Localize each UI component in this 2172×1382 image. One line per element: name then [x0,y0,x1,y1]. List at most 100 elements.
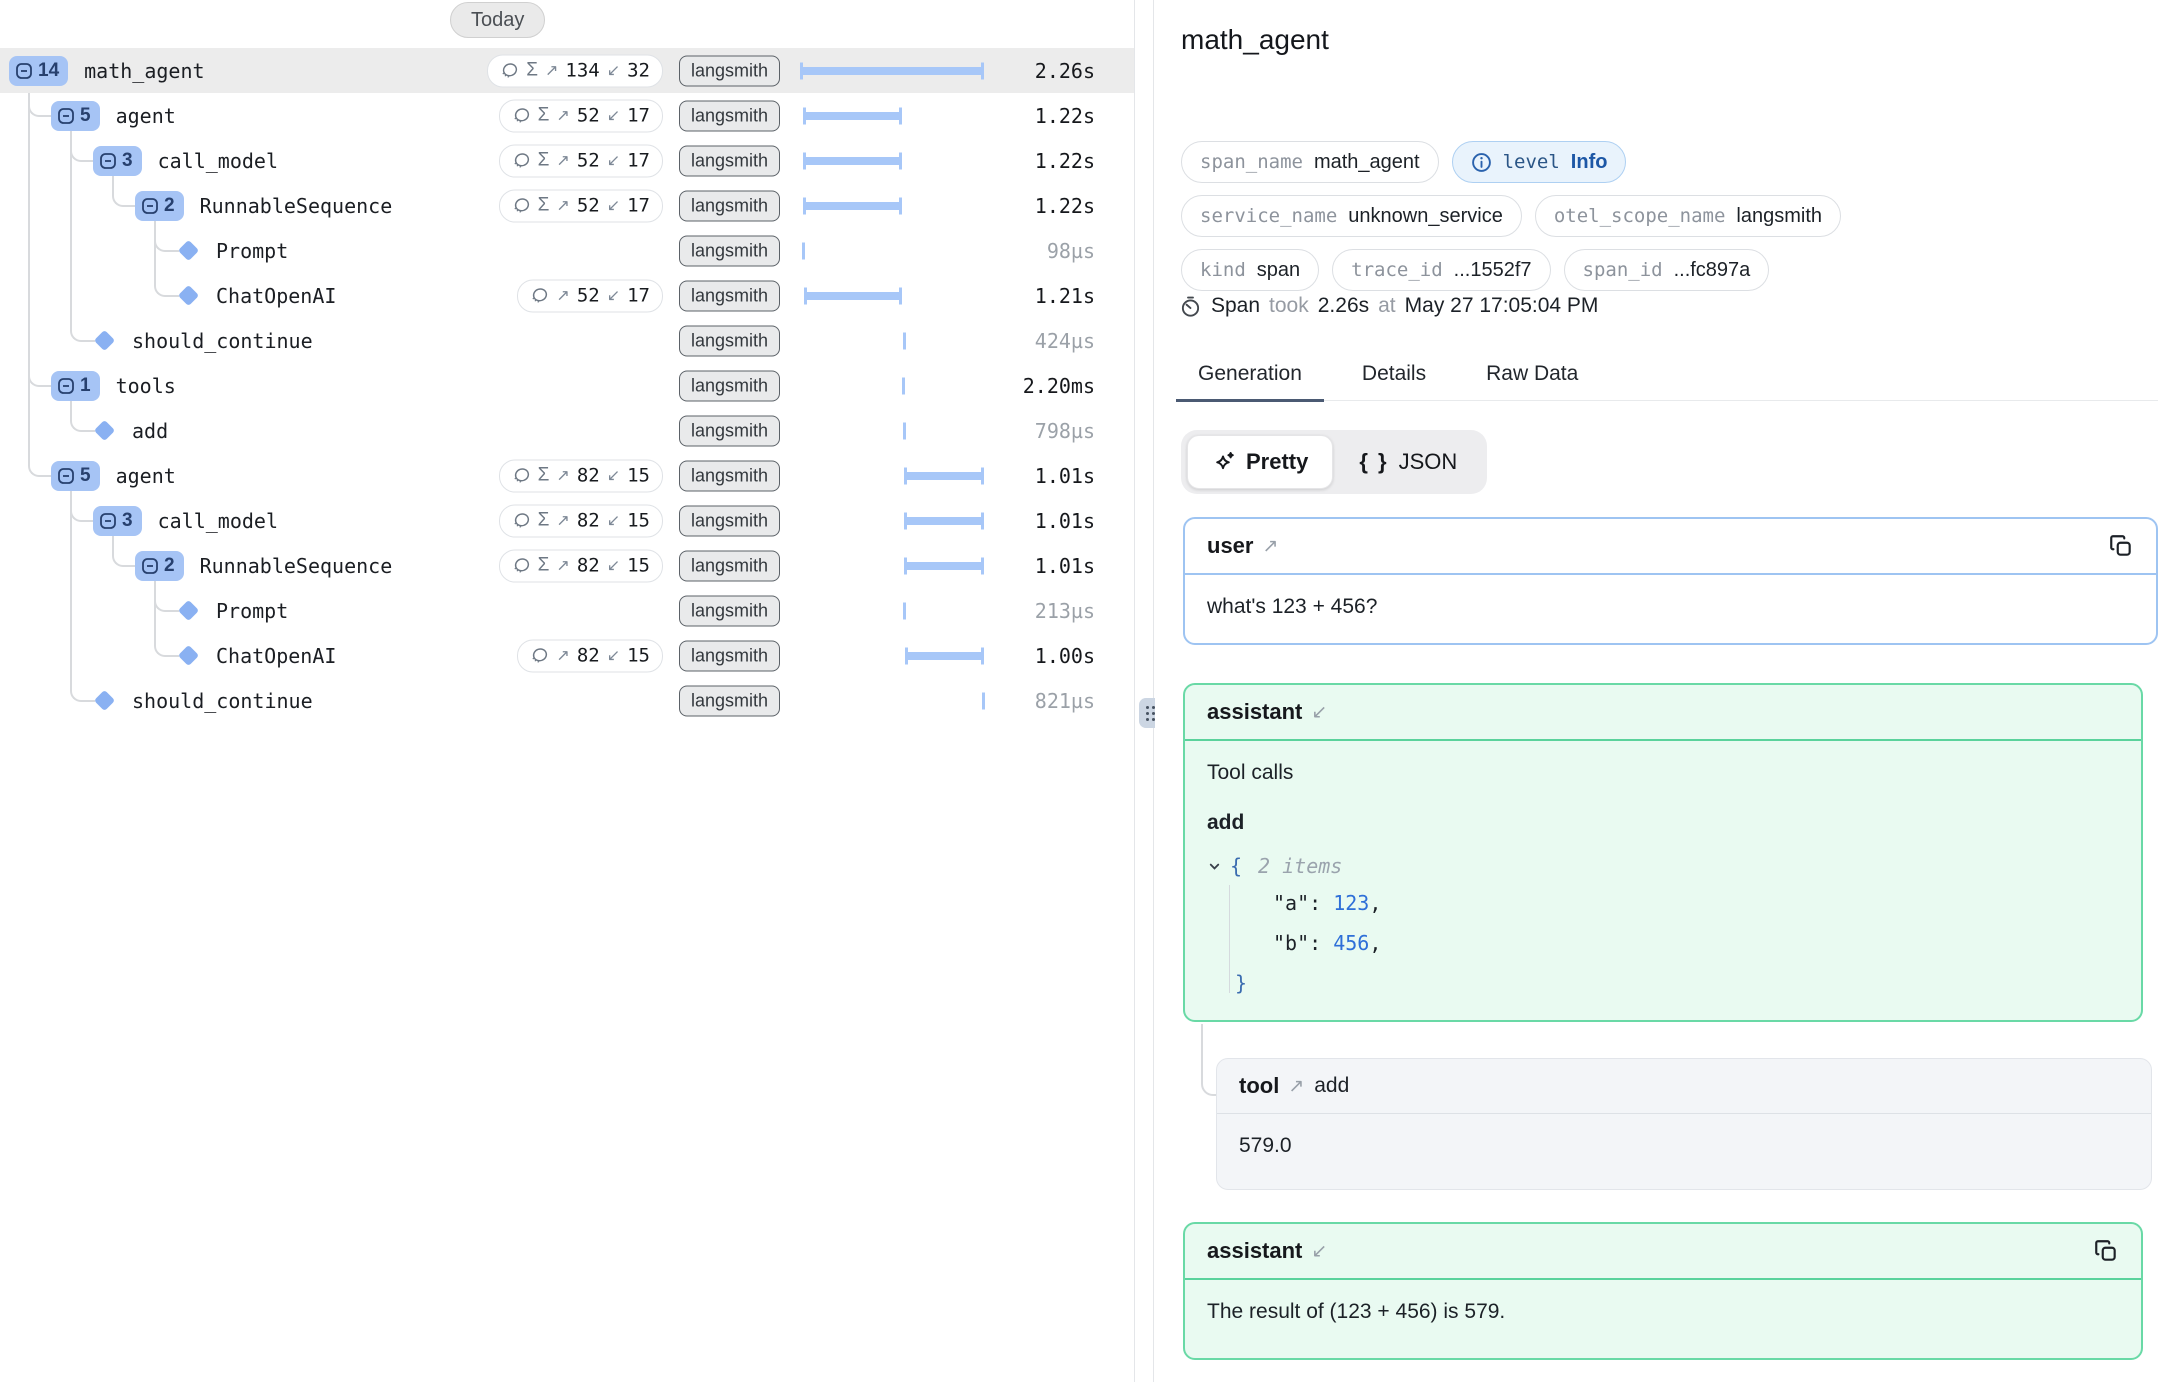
output-tokens: 17 [627,105,650,127]
message-card-tool: tool ↗ add 579.0 [1216,1058,2152,1190]
trace-row-Prompt[interactable]: Promptlangsmith213µs [0,588,1134,633]
trace-row-call_model[interactable]: 3call_modelΣ↗82↙15langsmith1.01s [0,498,1134,543]
date-filter-chip[interactable]: Today [450,2,545,38]
input-tokens: 52 [577,150,600,172]
message-card-assistant-header: assistant ↙ [1185,685,2141,741]
tree-node: 2RunnableSequence [135,191,392,221]
trace-row-Prompt[interactable]: Promptlangsmith98µs [0,228,1134,273]
role-label: assistant [1207,699,1302,725]
collapse-badge[interactable]: 2 [135,191,184,221]
span-duration: 1.00s [1035,644,1095,668]
collapse-icon [57,107,75,125]
trace-row-call_model[interactable]: 3call_modelΣ↗52↙17langsmith1.22s [0,138,1134,183]
tab-generation[interactable]: Generation [1176,356,1324,402]
input-tokens: 82 [577,645,600,667]
collapse-badge[interactable]: 2 [135,551,184,581]
tab-raw-data[interactable]: Raw Data [1464,356,1600,402]
output-tokens-arrow-icon: ↙ [607,556,620,576]
langsmith-trace-view: Today 14math_agentΣ↗134↙32langsmith2.26s… [0,0,2172,1382]
toggle-json[interactable]: { } JSON [1335,436,1481,488]
attribute-key: span_name [1200,151,1303,173]
input-tokens-arrow-icon: ↗ [556,466,569,486]
span-timeline [801,498,983,543]
trace-row-math_agent[interactable]: 14math_agentΣ↗134↙32langsmith2.26s [0,48,1134,93]
output-tokens: 15 [627,510,650,532]
copy-button[interactable] [2093,1238,2119,1264]
tree-node: should_continue [93,689,313,713]
tree-node: 5 agent [51,101,176,131]
token-usage-badge: Σ↗82↙15 [499,459,663,492]
timeline-bar [805,292,901,300]
collapse-badge[interactable]: 14 [9,56,68,86]
tree-node: 2RunnableSequence [135,551,392,581]
span-duration: 1.01s [1035,554,1095,578]
attribute-pill-otel_scope_name: otel_scope_namelangsmith [1535,195,1841,237]
span-name-label: ChatOpenAI [216,284,336,308]
langsmith-tag: langsmith [679,460,780,491]
timeline-tick [982,692,985,709]
timeline-tick [902,377,905,394]
token-usage-badge: ↗82↙15 [517,639,663,672]
attribute-key: kind [1200,259,1246,281]
token-usage-badge: Σ↗82↙15 [499,549,663,582]
trace-row-ChatOpenAI[interactable]: ChatOpenAI↗82↙15langsmith1.00s [0,633,1134,678]
collapse-badge[interactable]: 3 [93,146,142,176]
span-timeline [801,138,983,183]
trace-row-ChatOpenAI[interactable]: ChatOpenAI↗52↙17langsmith1.21s [0,273,1134,318]
span-name-label: Prompt [216,599,288,623]
span-timeline [801,453,983,498]
attribute-value: span [1257,259,1300,282]
tool-call-name: add [1207,811,2119,835]
trace-row-should_continue[interactable]: should_continuelangsmith424µs [0,318,1134,363]
token-usage-badge: Σ↗134↙32 [487,54,663,87]
attribute-value: unknown_service [1348,205,1503,228]
toggle-pretty[interactable]: Pretty [1187,435,1333,489]
tab-details[interactable]: Details [1340,356,1448,402]
coin-icon [512,511,531,530]
collapse-badge[interactable]: 5 [51,101,100,131]
trace-row-should_continue[interactable]: should_continuelangsmith821µs [0,678,1134,723]
token-usage-badge: Σ↗52↙17 [499,144,663,177]
output-tokens-arrow-icon: ↙ [607,196,620,216]
collapse-badge[interactable]: 3 [93,506,142,536]
trace-row-agent[interactable]: 5agentΣ↗52↙17langsmith1.22s [0,93,1134,138]
collapse-badge[interactable]: 1 [51,371,100,401]
leaf-diamond-icon [94,690,115,711]
sigma-icon: Σ [538,105,550,127]
langsmith-tag: langsmith [679,235,780,266]
token-usage-badge: Σ↗52↙17 [499,189,663,222]
span-details-panel: math_agent span_namemath_agentlevelInfos… [1155,0,2172,1382]
span-name-label: agent [116,104,176,128]
collapse-badge[interactable]: 5 [51,461,100,491]
descendant-count: 5 [80,105,91,127]
trace-row-RunnableSequence[interactable]: 2RunnableSequenceΣ↗52↙17langsmith1.22s [0,183,1134,228]
badge-row: kindspantrace_id...1552f7span_id...fc897… [1181,249,1841,291]
timeline-tick [903,602,906,619]
timing-timestamp: May 27 17:05:04 PM [1405,294,1599,318]
attribute-key: span_id [1583,259,1663,281]
trace-row-add[interactable]: addlangsmith798µs [0,408,1134,453]
timeline-bar [906,652,983,660]
collapse-icon [57,377,75,395]
leaf-diamond-icon [178,645,199,666]
attribute-key: level [1503,151,1560,173]
trace-row-tools[interactable]: 1toolslangsmith2.20ms [0,363,1134,408]
sigma-icon: Σ [538,150,550,172]
copy-button[interactable] [2108,533,2134,559]
chevron-down-icon[interactable] [1207,859,1222,874]
timeline-bar [905,562,983,570]
outgoing-arrow-icon: ↗ [1288,1075,1304,1098]
coin-icon [530,646,549,665]
message-card-assistant-final-body: The result of (123 + 456) is 579. [1185,1280,2141,1344]
timeline-bar [804,157,901,165]
timeline-bar [905,517,983,525]
span-attribute-badges: span_namemath_agentlevelInfoservice_name… [1181,141,1841,291]
trace-row-RunnableSequence[interactable]: 2RunnableSequenceΣ↗82↙15langsmith1.01s [0,543,1134,588]
span-timeline [801,318,983,363]
descendant-count: 2 [164,555,175,577]
trace-row-agent[interactable]: 5agentΣ↗82↙15langsmith1.01s [0,453,1134,498]
span-name-label: should_continue [132,329,313,353]
span-timeline [801,588,983,633]
timing-at: at [1378,294,1396,318]
output-tokens: 17 [627,150,650,172]
